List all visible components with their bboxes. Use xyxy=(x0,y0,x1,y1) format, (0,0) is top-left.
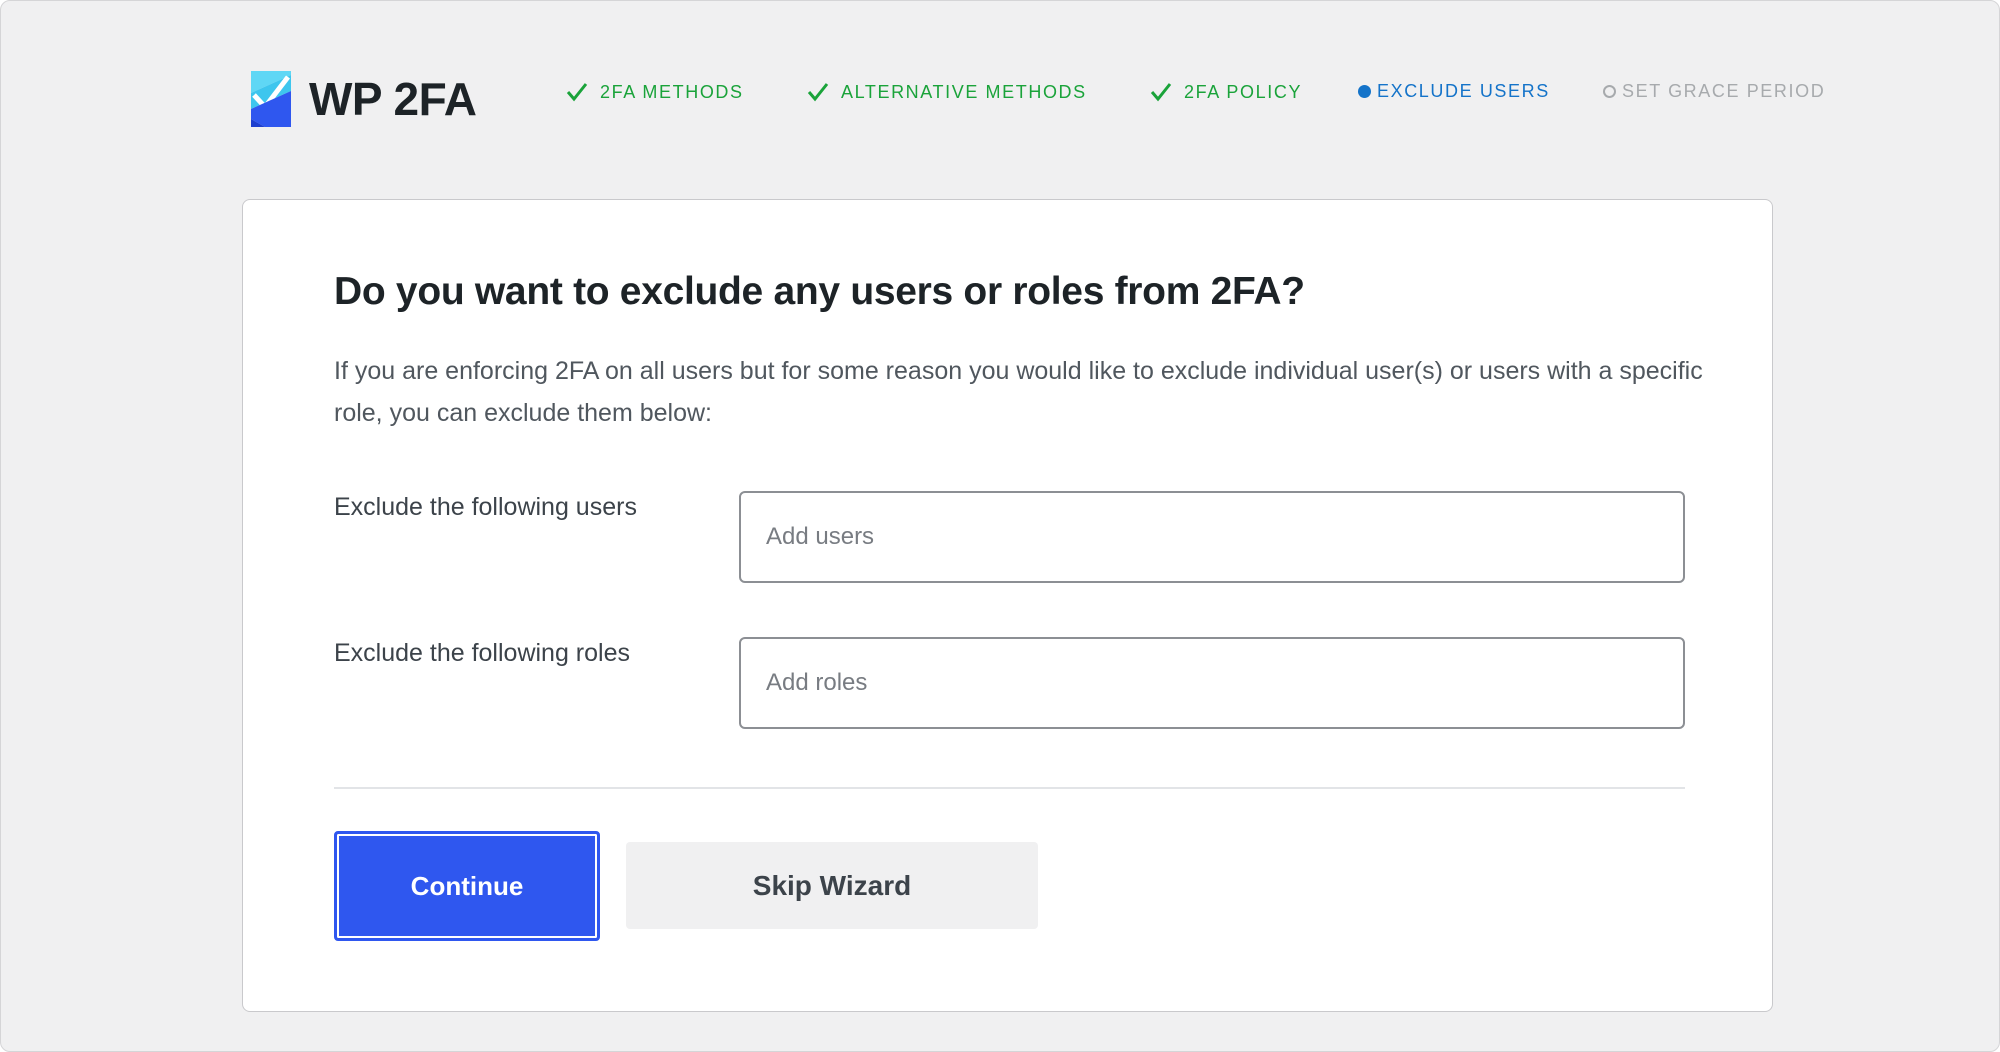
step-label: 2FA METHODS xyxy=(600,81,744,102)
page-description: If you are enforcing 2FA on all users bu… xyxy=(334,357,1703,427)
add-roles-input[interactable] xyxy=(739,637,1685,729)
step-label: 2FA POLICY xyxy=(1184,81,1303,102)
step-set-grace-period: SET GRACE PERIOD xyxy=(1603,81,1825,102)
roles-field-label: Exclude the following roles xyxy=(334,639,630,667)
divider xyxy=(334,787,1685,789)
page-title: Do you want to exclude any users or role… xyxy=(334,270,1305,313)
skip-wizard-button[interactable]: Skip Wizard xyxy=(626,842,1038,929)
step-label: SET GRACE PERIOD xyxy=(1622,81,1826,101)
wizard-header: WP 2FA 2FA METHODS ALTERNATIVE METHODS 2… xyxy=(251,65,1824,129)
step-label: ALTERNATIVE METHODS xyxy=(841,81,1087,102)
pending-step-ring-icon xyxy=(1603,85,1616,98)
step-exclude-users[interactable]: EXCLUDE USERS xyxy=(1358,81,1550,102)
step-label: EXCLUDE USERS xyxy=(1377,81,1550,101)
continue-button[interactable]: Continue xyxy=(334,831,600,941)
setup-wizard-window: WP 2FA 2FA METHODS ALTERNATIVE METHODS 2… xyxy=(0,0,2000,1052)
wizard-card: Do you want to exclude any users or role… xyxy=(242,199,1773,1012)
step-2fa-methods[interactable]: 2FA METHODS xyxy=(566,81,744,103)
checkmark-icon xyxy=(566,83,588,102)
current-step-dot-icon xyxy=(1358,85,1371,98)
checkmark-icon xyxy=(1150,83,1172,102)
wizard-steps: 2FA METHODS ALTERNATIVE METHODS 2FA POLI… xyxy=(251,65,1824,121)
add-users-input[interactable] xyxy=(739,491,1685,583)
users-field-label: Exclude the following users xyxy=(334,493,637,521)
step-2fa-policy[interactable]: 2FA POLICY xyxy=(1150,81,1302,103)
checkmark-icon xyxy=(807,83,829,102)
step-alternative-methods[interactable]: ALTERNATIVE METHODS xyxy=(807,81,1087,103)
